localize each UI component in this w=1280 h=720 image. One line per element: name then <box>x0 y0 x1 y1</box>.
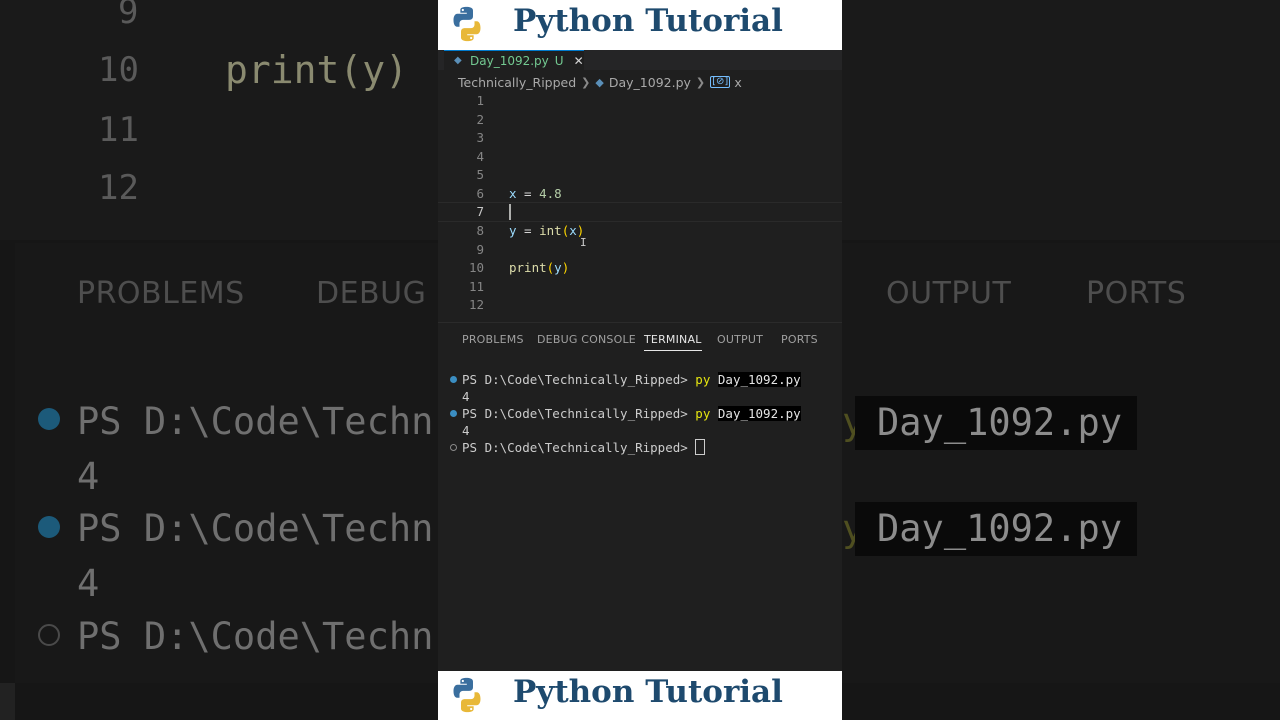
code-line: 1 <box>438 92 842 110</box>
tab-problems[interactable]: PROBLEMS <box>462 333 524 346</box>
bg-edge <box>0 683 15 720</box>
code-text: x = 4.8 <box>509 185 562 201</box>
line-number: 6 <box>476 185 484 201</box>
code-line: 6 x = 4.8 <box>438 185 842 203</box>
code-text: print(y) <box>509 260 570 275</box>
terminal-cursor <box>695 439 706 455</box>
tab-terminal[interactable]: TERMINAL <box>644 333 702 351</box>
bg-status-dot <box>38 408 60 430</box>
bg-file-chip: Day_1092.py <box>855 396 1137 450</box>
tab-filename: Day_1092.py <box>470 54 549 68</box>
line-number: 11 <box>468 278 484 294</box>
terminal-prompt-line[interactable]: PS D:\Code\Technically_Ripped> <box>462 439 706 456</box>
close-icon[interactable]: ✕ <box>574 54 584 68</box>
code-line: 11 <box>438 278 842 296</box>
bg-tab-output: OUTPUT <box>886 276 1012 311</box>
line-number: 10 <box>468 260 484 275</box>
python-logo-icon <box>453 6 481 42</box>
bg-terminal-output: 4 <box>77 455 100 498</box>
terminal-line: PS D:\Code\Technically_Ripped> py Day_10… <box>462 372 801 387</box>
breadcrumb-folder[interactable]: Technically_Ripped <box>458 75 576 90</box>
text-cursor <box>509 204 511 220</box>
banner-title: Python Tutorial <box>513 674 783 710</box>
code-line: 3 <box>438 129 842 147</box>
line-number: 7 <box>476 204 484 219</box>
bg-terminal-line: PS D:\Code\Techn <box>77 400 434 443</box>
line-number: 1 <box>476 93 484 108</box>
code-line: 5 <box>438 166 842 184</box>
editor-tab-bar: ◆ Day_1092.py U ✕ <box>438 50 842 71</box>
bg-line-number: 10 <box>98 50 139 90</box>
command-success-dot[interactable] <box>450 376 457 383</box>
bg-tab-ports: PORTS <box>1086 276 1187 311</box>
bg-status-dot <box>38 624 60 646</box>
bg-terminal-line: PS D:\Code\Techn <box>77 615 434 658</box>
breadcrumb-file[interactable]: Day_1092.py <box>609 75 691 90</box>
tab-git-status: U <box>554 54 564 68</box>
bg-terminal-line: PS D:\Code\Techn <box>77 507 434 550</box>
bg-tab-debug: DEBUG C <box>316 276 458 311</box>
bg-file-chip: Day_1092.py <box>855 502 1137 556</box>
mouse-ibeam-icon: I <box>580 236 587 249</box>
video-frame: Python Tutorial ◆ Day_1092.py U ✕ Techni… <box>438 0 842 720</box>
variable-icon: [⊘] <box>710 76 731 88</box>
code-line: 10 print(y) <box>438 259 842 277</box>
line-number: 3 <box>476 130 484 145</box>
line-number: 5 <box>476 167 484 182</box>
line-number: 8 <box>476 223 484 238</box>
bg-tab-problems: PROBLEMS <box>77 276 245 311</box>
bg-line-number: 11 <box>98 110 139 150</box>
code-line: 9 <box>438 241 842 259</box>
top-banner: Python Tutorial <box>438 0 842 50</box>
tab-output[interactable]: OUTPUT <box>717 333 763 346</box>
terminal-line: PS D:\Code\Technically_Ripped> py Day_10… <box>462 406 801 421</box>
bg-line-number: 12 <box>98 168 139 208</box>
code-line: 8 y = int(x) <box>438 222 842 240</box>
tab-debug-console[interactable]: DEBUG CONSOLE <box>537 333 636 346</box>
line-number: 9 <box>476 241 484 257</box>
code-line: 12 <box>438 296 842 314</box>
breadcrumb-symbol[interactable]: x <box>734 75 741 90</box>
python-file-icon: ◆ <box>595 75 604 89</box>
python-file-icon: ◆ <box>454 55 462 66</box>
command-pending-dot <box>450 444 457 451</box>
code-text: y = int(x) <box>509 223 585 238</box>
bottom-banner: Python Tutorial <box>438 671 842 720</box>
line-number: 2 <box>476 111 484 127</box>
command-success-dot[interactable] <box>450 410 457 417</box>
line-number: 12 <box>468 297 484 312</box>
code-line-current: 7 <box>438 202 842 222</box>
code-line: 4 <box>438 148 842 166</box>
terminal-output: 4 <box>462 389 470 404</box>
bg-line-number: 9 <box>118 0 139 32</box>
tab-ports[interactable]: PORTS <box>781 333 818 346</box>
code-editor[interactable]: 1 2 3 4 5 6 x = 4.8 7 8 y = int(x) 9 10 … <box>438 92 842 322</box>
tab-day-1092[interactable]: ◆ Day_1092.py U ✕ <box>444 50 584 71</box>
banner-title: Python Tutorial <box>513 3 783 39</box>
bg-code: print(y) <box>225 48 409 92</box>
terminal-output: 4 <box>462 423 470 438</box>
bg-terminal-output: 4 <box>77 562 100 605</box>
bottom-panel: PROBLEMS DEBUG CONSOLE TERMINAL OUTPUT P… <box>438 322 842 672</box>
code-line: 2 <box>438 111 842 129</box>
python-logo-icon <box>453 677 481 713</box>
line-number: 4 <box>476 148 484 164</box>
bg-status-dot <box>38 516 60 538</box>
breadcrumb: Technically_Ripped ❯ ◆ Day_1092.py ❯ [⊘]… <box>438 72 842 92</box>
chevron-right-icon: ❯ <box>581 75 591 89</box>
chevron-right-icon: ❯ <box>695 75 706 89</box>
